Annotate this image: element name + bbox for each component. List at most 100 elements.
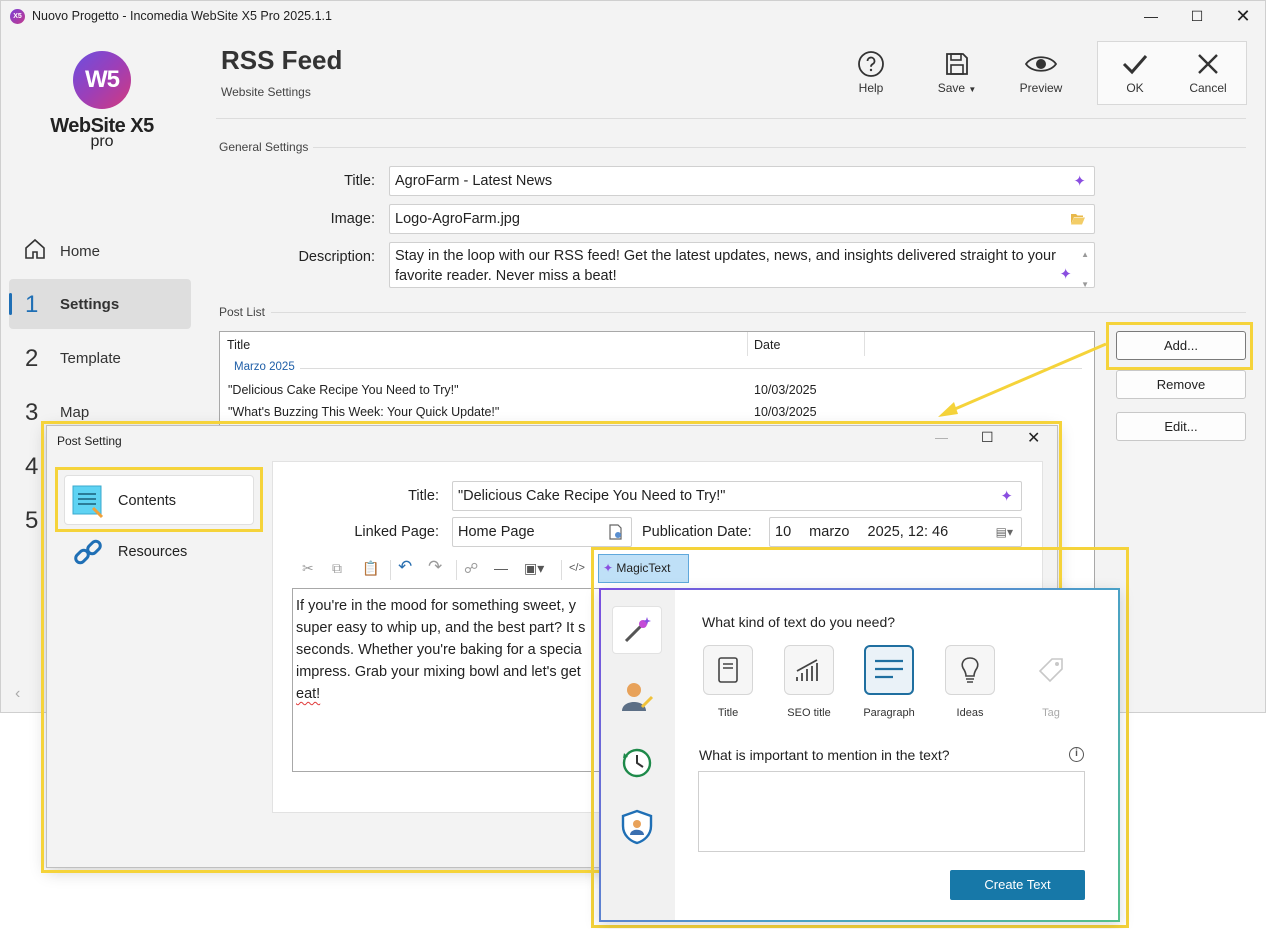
remove-post-button[interactable]: Remove (1116, 370, 1246, 399)
table-row-date[interactable]: 10/03/2025 (754, 383, 817, 397)
column-header-title[interactable]: Title (227, 338, 250, 352)
table-row-date[interactable]: 10/03/2025 (754, 405, 817, 419)
tab-resources-label: Resources (118, 544, 188, 560)
calendar-dropdown-icon[interactable]: ▤▾ (996, 525, 1013, 539)
sparkle-icon[interactable]: ✦ (1073, 172, 1086, 190)
help-button[interactable]: Help (839, 47, 903, 95)
group-header[interactable]: Marzo 2025 (234, 361, 295, 373)
rss-title-field[interactable]: AgroFarm - Latest News ✦ (389, 166, 1095, 196)
link-icon[interactable]: ☍ (464, 560, 478, 577)
copy-icon[interactable]: ⧉ (332, 560, 342, 577)
column-separator (864, 332, 865, 356)
kind-ideas-label: Ideas (956, 707, 984, 719)
help-icon (858, 51, 884, 77)
scroll-up-icon[interactable]: ▲ (1081, 245, 1089, 265)
sidebar-item-settings[interactable]: 1 Settings (9, 279, 191, 329)
logo-edition: pro (90, 133, 114, 150)
post-content-editor[interactable]: If you're in the mood for something swee… (292, 588, 612, 772)
undo-icon[interactable]: ↶ (398, 557, 412, 577)
rss-description-value: Stay in the loop with our RSS feed! Get … (395, 248, 1056, 284)
kind-paragraph-button[interactable] (864, 645, 914, 695)
edit-post-button[interactable]: Edit... (1116, 412, 1246, 441)
date-year-time[interactable]: 2025, 12: 46 (868, 524, 949, 540)
sparkle-icon[interactable]: ✦ (1000, 487, 1013, 505)
toolbar-separator (390, 560, 391, 580)
privacy-shield-icon[interactable] (612, 803, 662, 851)
user-writer-icon[interactable] (612, 672, 662, 720)
scroll-down-icon[interactable]: ▼ (1081, 275, 1089, 295)
sidebar-item-template[interactable]: 2 Template (9, 333, 191, 383)
maximize-icon[interactable]: ☐ (1174, 1, 1220, 32)
column-header-date[interactable]: Date (754, 338, 780, 352)
sidebar-item-label: Map (60, 404, 90, 421)
create-text-button[interactable]: Create Text (950, 870, 1085, 900)
lightbulb-icon (961, 657, 979, 683)
close-icon[interactable]: ✕ (1220, 1, 1266, 32)
save-button[interactable]: Save ▼ (925, 47, 989, 95)
history-clock-icon[interactable] (612, 738, 662, 786)
rss-title-value: AgroFarm - Latest News (395, 173, 553, 189)
tab-resources[interactable]: Resources (70, 537, 260, 571)
folder-open-icon[interactable] (1070, 212, 1086, 226)
rss-image-field[interactable]: Logo-AgroFarm.jpg (389, 204, 1095, 234)
step-number: 5 (25, 507, 39, 534)
column-separator (747, 332, 748, 356)
mention-textarea[interactable] (698, 771, 1085, 852)
kind-seo-title-label: SEO title (787, 707, 831, 719)
app-icon: X5 (10, 9, 25, 24)
step-number: 3 (25, 399, 39, 426)
page-title: RSS Feed (221, 45, 343, 75)
save-icon (946, 53, 968, 75)
editor-line: eat! (296, 686, 321, 702)
rss-description-field[interactable]: Stay in the loop with our RSS feed! Get … (389, 242, 1095, 289)
header-divider (216, 118, 1246, 119)
title-label: Title: (344, 173, 375, 189)
kind-title-label: Title (717, 707, 739, 719)
publication-date-picker[interactable]: 10 marzo 2025, 12: 46 ▤▾ (769, 517, 1022, 547)
preview-button[interactable]: Preview (1009, 47, 1073, 95)
html-code-icon[interactable]: </> (569, 562, 585, 574)
cut-icon[interactable]: ✂ (302, 560, 314, 577)
paste-icon[interactable]: 📋 (362, 560, 379, 577)
editor-line: If you're in the mood for something swee… (296, 598, 577, 614)
kind-question: What kind of text do you need? (702, 614, 896, 630)
post-list-label: Post List (219, 305, 266, 319)
mention-question: What is important to mention in the text… (699, 747, 950, 763)
highlight-add-button (1106, 322, 1253, 370)
sparkle-icon[interactable]: ✦ (1059, 265, 1072, 285)
kind-ideas-button[interactable] (945, 645, 995, 695)
table-row-title[interactable]: "What's Buzzing This Week: Your Quick Up… (228, 405, 499, 419)
sidebar-item-home[interactable]: Home (9, 226, 191, 276)
linked-page-field[interactable]: Home Page (452, 517, 632, 547)
collapse-sidebar-icon[interactable]: ‹ (15, 685, 20, 703)
kind-tag-button[interactable] (1026, 645, 1076, 695)
kind-seo-title-button[interactable] (784, 645, 834, 695)
chevron-down-icon: ▼ (968, 85, 977, 94)
editor-line: super easy to whip up, and the best part… (296, 620, 586, 636)
post-title-field[interactable]: "Delicious Cake Recipe You Need to Try!"… (452, 481, 1022, 511)
sidebar-item-label: Template (60, 350, 121, 367)
editor-line: seconds. Whether you're baking for a spe… (296, 642, 582, 658)
cancel-button[interactable]: Cancel (1176, 47, 1240, 95)
date-day[interactable]: 10 (775, 524, 791, 540)
kind-title-button[interactable] (703, 645, 753, 695)
image-insert-icon[interactable]: ▣▾ (524, 560, 544, 577)
ok-button[interactable]: OK (1103, 47, 1167, 95)
redo-icon[interactable]: ↷ (428, 557, 442, 577)
ok-label: OK (1126, 81, 1144, 95)
linked-page-value: Home Page (458, 524, 535, 540)
window-title: Nuovo Progetto - Incomedia WebSite X5 Pr… (32, 9, 332, 23)
horizontal-line-icon[interactable]: — (494, 560, 508, 576)
minimize-icon[interactable]: — (1128, 1, 1174, 32)
page-link-icon[interactable] (609, 524, 623, 540)
checkmark-icon (1122, 55, 1148, 75)
date-month[interactable]: marzo (809, 524, 849, 540)
description-label: Description: (298, 249, 375, 265)
magic-wand-icon[interactable] (612, 606, 662, 654)
step-number: 1 (25, 291, 39, 318)
preview-label: Preview (1019, 81, 1063, 95)
x-icon (1198, 54, 1218, 74)
kind-paragraph-label: Paragraph (863, 707, 915, 719)
info-icon[interactable]: i (1069, 747, 1084, 762)
table-row-title[interactable]: "Delicious Cake Recipe You Need to Try!" (228, 383, 459, 397)
